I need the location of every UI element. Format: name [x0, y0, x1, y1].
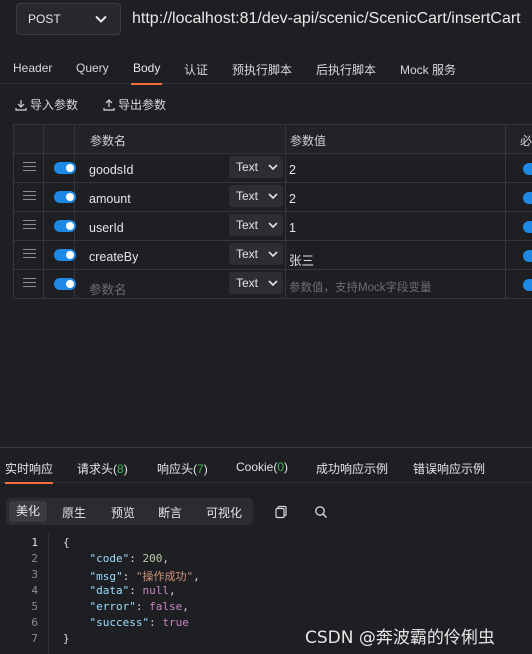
json-line-success: "success": true [89, 616, 189, 629]
line-number: 5 [31, 600, 38, 613]
export-label: 导出参数 [118, 98, 167, 112]
tab-request-headers[interactable]: 请求头(8) [77, 460, 128, 477]
url-bar: POST http://localhost:81/dev-api/scenic/… [0, 0, 532, 38]
tab-pre-script[interactable]: 预执行脚本 [232, 61, 292, 78]
drag-handle-icon[interactable] [23, 220, 36, 230]
type-select[interactable]: Text [229, 272, 283, 294]
table-row-new: 参数名 Text 参数值，支持Mock字段变量 [14, 270, 532, 299]
import-params-button[interactable]: 导入参数 [15, 96, 78, 113]
required-toggle[interactable] [523, 250, 532, 262]
tab-error-example[interactable]: 错误响应示例 [413, 460, 485, 477]
tab-live-response[interactable]: 实时响应 [5, 460, 54, 484]
request-tabs: Header Query Body 认证 预执行脚本 后执行脚本 Mock 服务 [0, 54, 532, 85]
chevron-down-icon [268, 222, 278, 229]
tab-cookie[interactable]: Cookie(0) [236, 460, 288, 474]
tab-response-headers[interactable]: 响应头(7) [157, 460, 208, 477]
param-value-input[interactable]: 参数值，支持Mock字段变量 [289, 279, 431, 295]
copy-icon[interactable] [274, 505, 288, 519]
line-number: 3 [31, 568, 38, 581]
search-icon[interactable] [314, 505, 328, 519]
enable-toggle[interactable] [54, 162, 76, 174]
type-select[interactable]: Text [229, 185, 283, 207]
tab-body[interactable]: Body [130, 61, 163, 85]
view-preview[interactable]: 预览 [111, 504, 135, 521]
required-toggle[interactable] [523, 279, 532, 291]
view-mode-tabs: 美化 原生 预览 断言 可视化 [6, 498, 253, 525]
import-label: 导入参数 [30, 98, 79, 112]
param-name[interactable]: userId [89, 221, 124, 235]
type-select[interactable]: Text [229, 214, 283, 236]
header-required: 必 [520, 134, 532, 148]
method-select[interactable]: POST [16, 3, 121, 35]
type-select[interactable]: Text [229, 156, 283, 178]
drag-handle-icon[interactable] [23, 278, 36, 288]
line-number: 2 [31, 552, 38, 565]
export-params-button[interactable]: 导出参数 [103, 96, 166, 113]
param-name[interactable]: createBy [89, 250, 138, 264]
param-value[interactable]: 张三 [289, 250, 314, 269]
line-number: 4 [31, 584, 38, 597]
view-assert[interactable]: 断言 [158, 504, 182, 521]
view-visualize[interactable]: 可视化 [206, 504, 242, 521]
response-tabs: 实时响应 请求头(8) 响应头(7) Cookie(0) 成功响应示例 错误响应… [0, 447, 532, 484]
json-line-code: "code": 200, [89, 552, 170, 565]
chevron-down-icon [95, 15, 107, 23]
drag-handle-icon[interactable] [23, 162, 36, 172]
drag-handle-icon[interactable] [23, 191, 36, 201]
table-row: amount Text 2 [14, 183, 532, 212]
json-line-error: "error": false, [89, 600, 189, 613]
enable-toggle[interactable] [54, 191, 76, 203]
table-row: userId Text 1 [14, 212, 532, 241]
chevron-down-icon [268, 164, 278, 171]
param-name[interactable]: goodsId [89, 163, 133, 177]
import-icon [15, 99, 27, 111]
param-name-input[interactable]: 参数名 [89, 279, 127, 298]
chevron-down-icon [268, 251, 278, 258]
view-beautify[interactable]: 美化 [9, 501, 48, 522]
export-icon [103, 98, 115, 111]
tab-auth[interactable]: 认证 [184, 61, 208, 78]
tab-query[interactable]: Query [76, 61, 109, 75]
line-number: 7 [31, 632, 38, 645]
enable-toggle[interactable] [54, 278, 76, 290]
required-toggle[interactable] [523, 163, 532, 175]
json-line-data: "data": null, [89, 584, 176, 597]
param-value[interactable]: 2 [289, 163, 296, 177]
chevron-down-icon [268, 193, 278, 200]
required-toggle[interactable] [523, 221, 532, 233]
param-name[interactable]: amount [89, 192, 131, 206]
tab-success-example[interactable]: 成功响应示例 [316, 460, 388, 477]
line-number: 1 [31, 536, 38, 549]
table-row: createBy Text 张三 [14, 241, 532, 270]
params-table: 参数名 参数值 必 goodsId Text 2 amount Text 2 u… [13, 124, 532, 299]
required-toggle[interactable] [523, 192, 532, 204]
header-param-value: 参数值 [290, 134, 327, 148]
url-input[interactable]: http://localhost:81/dev-api/scenic/Sceni… [132, 10, 521, 28]
enable-toggle[interactable] [54, 220, 76, 232]
watermark: CSDN @奔波霸的伶俐虫 [305, 628, 495, 648]
tab-mock[interactable]: Mock 服务 [400, 61, 456, 78]
type-select[interactable]: Text [229, 243, 283, 265]
table-row: goodsId Text 2 [14, 154, 532, 183]
header-param-name: 参数名 [90, 134, 127, 148]
enable-toggle[interactable] [54, 249, 76, 261]
method-label: POST [28, 12, 61, 26]
tab-header[interactable]: Header [13, 61, 52, 75]
line-number: 6 [31, 616, 38, 629]
json-line-msg: "msg": "操作成功", [89, 570, 200, 583]
table-header: 参数名 参数值 必 [14, 125, 532, 154]
drag-handle-icon[interactable] [23, 249, 36, 259]
param-value[interactable]: 1 [289, 221, 296, 235]
tab-post-script[interactable]: 后执行脚本 [316, 61, 376, 78]
param-value[interactable]: 2 [289, 192, 296, 206]
chevron-down-icon [268, 280, 278, 287]
view-raw[interactable]: 原生 [62, 504, 86, 521]
